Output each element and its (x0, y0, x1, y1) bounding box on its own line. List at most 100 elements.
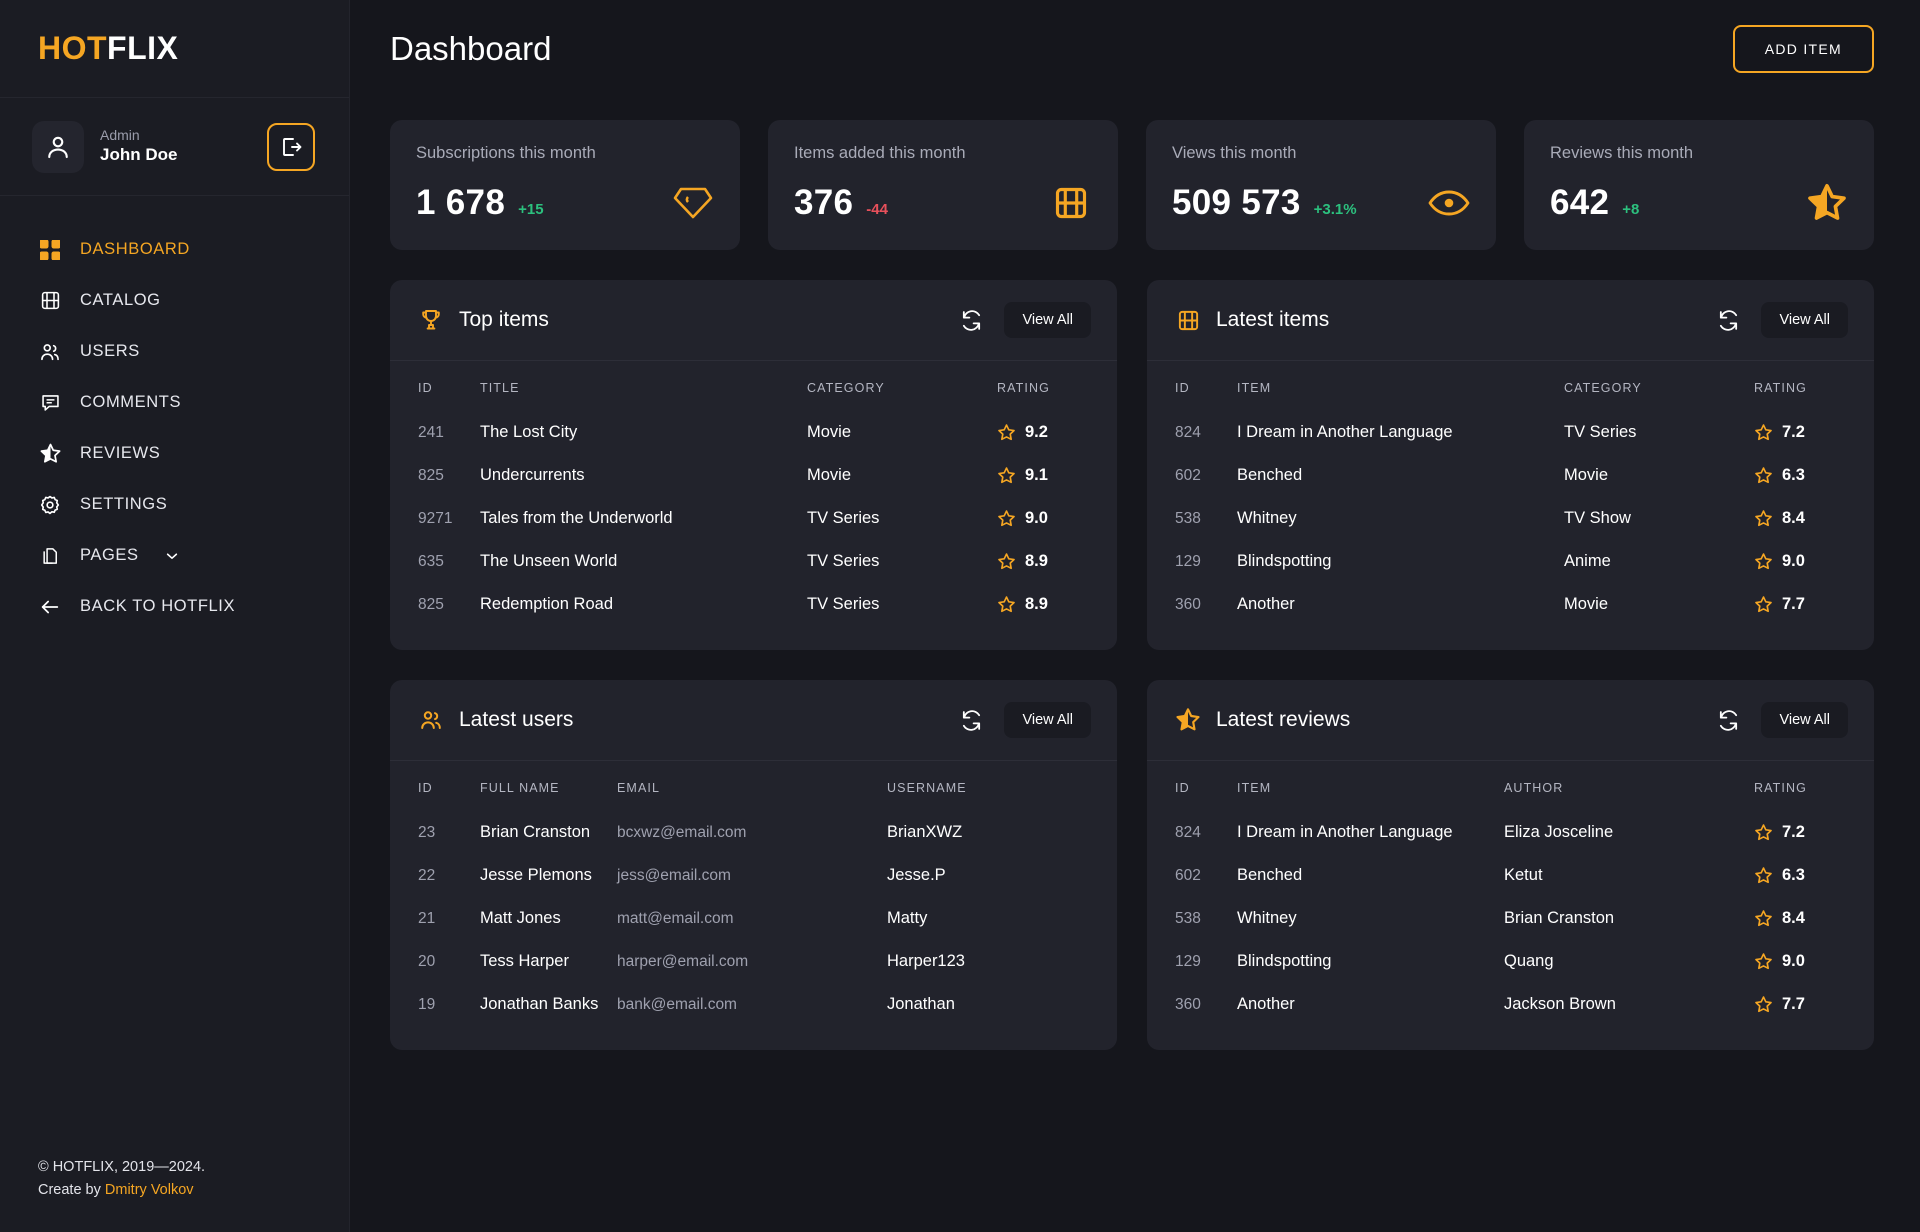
user-meta: Admin John Doe (100, 126, 251, 168)
cell-title: The Unseen World (480, 552, 618, 570)
refresh-icon[interactable] (956, 705, 986, 735)
arrow-left-icon (38, 595, 62, 619)
logout-button[interactable] (267, 122, 315, 171)
cell-category: TV Series (807, 595, 880, 613)
table-row[interactable]: 19 Jonathan Banks bank@email.com Jonatha… (390, 983, 1117, 1026)
stat-label: Views this month (1172, 144, 1297, 162)
table-row[interactable]: 20 Tess Harper harper@email.com Harper12… (390, 940, 1117, 983)
view-all-button[interactable]: View All (1761, 702, 1848, 738)
view-all-button[interactable]: View All (1761, 302, 1848, 338)
table-row[interactable]: 635 The Unseen World TV Series 8.9 (390, 540, 1117, 583)
column-header: ID (1175, 381, 1190, 395)
table-row[interactable]: 602 Benched Movie 6.3 (1147, 454, 1874, 497)
panel-latest-users: Latest users View All ID FULL NAME EMAIL… (390, 680, 1117, 1050)
table-row[interactable]: 824 I Dream in Another Language Eliza Jo… (1147, 811, 1874, 854)
cell-id: 22 (418, 866, 436, 884)
stat-card-views: Views this month 509 573 +3.1% (1146, 120, 1496, 250)
cell-email: bcxwz@email.com (617, 823, 747, 841)
refresh-icon[interactable] (1713, 305, 1743, 335)
film-icon (38, 289, 62, 313)
stat-value: 509 573 (1172, 183, 1301, 222)
cell-email: harper@email.com (617, 952, 749, 970)
panel-header: Top items View All (390, 280, 1117, 361)
view-all-button[interactable]: View All (1004, 302, 1091, 338)
cell-rating: 8.4 (1754, 497, 1874, 540)
sidebar-item-back-to-hotflix[interactable]: BACK TO HOTFLIX (0, 581, 349, 632)
stat-delta: -44 (866, 201, 888, 218)
brand-logo[interactable]: HOTFLIX (0, 0, 349, 98)
refresh-icon[interactable] (956, 305, 986, 335)
table-header-row: ID TITLE CATEGORY RATING (390, 361, 1117, 411)
cell-category: Movie (807, 423, 852, 441)
star-icon (998, 467, 1015, 484)
cell-author: Jackson Brown (1504, 995, 1616, 1013)
star-icon (1755, 510, 1772, 527)
sidebar: HOTFLIX Admin John Doe DASHBOARD CATALOG… (0, 0, 350, 1232)
rating-value: 8.4 (1782, 909, 1805, 927)
table-row[interactable]: 538 Whitney Brian Cranston 8.4 (1147, 897, 1874, 940)
cell-username: Jesse.P (887, 866, 946, 884)
cell-author: Brian Cranston (1504, 909, 1615, 927)
table-row[interactable]: 825 Undercurrents Movie 9.1 (390, 454, 1117, 497)
sidebar-item-catalog[interactable]: CATALOG (0, 275, 349, 326)
table-row[interactable]: 241 The Lost City Movie 9.2 (390, 411, 1117, 454)
cell-username: BrianXWZ (887, 823, 963, 841)
add-item-button[interactable]: ADD ITEM (1732, 25, 1874, 73)
stat-label: Items added this month (794, 144, 966, 162)
sidebar-item-comments[interactable]: COMMENTS (0, 377, 349, 428)
table-row[interactable]: 360 Another Jackson Brown 7.7 (1147, 983, 1874, 1026)
author-link[interactable]: Dmitry Volkov (105, 1182, 194, 1198)
view-all-button[interactable]: View All (1004, 702, 1091, 738)
table-row[interactable]: 825 Redemption Road TV Series 8.9 (390, 583, 1117, 626)
sidebar-item-users[interactable]: USERS (0, 326, 349, 377)
sidebar-item-pages[interactable]: PAGES (0, 530, 349, 581)
cell-title: Tales from the Underworld (480, 509, 673, 527)
star-icon (998, 424, 1015, 441)
table-row[interactable]: 21 Matt Jones matt@email.com Matty (390, 897, 1117, 940)
stat-label: Subscriptions this month (416, 144, 596, 162)
sidebar-item-label: REVIEWS (80, 444, 161, 462)
cell-full-name: Matt Jones (480, 909, 561, 927)
sidebar-item-settings[interactable]: SETTINGS (0, 479, 349, 530)
refresh-icon[interactable] (1713, 705, 1743, 735)
cell-rating: 8.9 (997, 583, 1117, 626)
cell-rating: 8.9 (997, 540, 1117, 583)
stat-card-items-added: Items added this month 376 -44 (768, 120, 1118, 250)
stat-left: 1 678 +15 (416, 183, 544, 223)
user-name: John Doe (100, 145, 178, 165)
cell-rating: 6.3 (1754, 854, 1874, 897)
sidebar-item-reviews[interactable]: REVIEWS (0, 428, 349, 479)
cell-item: Benched (1237, 866, 1303, 884)
rating-value: 8.9 (1025, 552, 1048, 570)
cell-id: 23 (418, 823, 436, 841)
column-header: TITLE (480, 381, 520, 395)
table-row[interactable]: 824 I Dream in Another Language TV Serie… (1147, 411, 1874, 454)
table-row[interactable]: 9271 Tales from the Underworld TV Series… (390, 497, 1117, 540)
panels-row-2: Latest users View All ID FULL NAME EMAIL… (350, 650, 1920, 1050)
cell-category: Movie (807, 466, 852, 484)
star-icon (1755, 467, 1772, 484)
column-header: USERNAME (887, 781, 967, 795)
table-row[interactable]: 129 Blindspotting Anime 9.0 (1147, 540, 1874, 583)
table-row[interactable]: 360 Another Movie 7.7 (1147, 583, 1874, 626)
cell-username: Matty (887, 909, 928, 927)
sidebar-item-dashboard[interactable]: DASHBOARD (0, 224, 349, 275)
table-row[interactable]: 602 Benched Ketut 6.3 (1147, 854, 1874, 897)
cell-id: 824 (1175, 423, 1201, 441)
rating-value: 6.3 (1782, 866, 1805, 884)
table-row[interactable]: 23 Brian Cranston bcxwz@email.com BrianX… (390, 811, 1117, 854)
table-row[interactable]: 538 Whitney TV Show 8.4 (1147, 497, 1874, 540)
cell-id: 824 (1175, 823, 1201, 841)
rating-value: 9.0 (1782, 552, 1805, 570)
table-row[interactable]: 129 Blindspotting Quang 9.0 (1147, 940, 1874, 983)
cell-item: I Dream in Another Language (1237, 823, 1453, 841)
app-root: HOTFLIX Admin John Doe DASHBOARD CATALOG… (0, 0, 1920, 1232)
column-header: RATING (997, 381, 1050, 395)
rating-value: 8.4 (1782, 509, 1805, 527)
table-row[interactable]: 22 Jesse Plemons jess@email.com Jesse.P (390, 854, 1117, 897)
cell-author: Ketut (1504, 866, 1543, 884)
top-items-body: 241 The Lost City Movie 9.2 825 Undercur… (390, 411, 1117, 626)
user-icon (48, 136, 68, 158)
cell-item: I Dream in Another Language (1237, 423, 1453, 441)
cell-rating: 8.4 (1754, 897, 1874, 940)
